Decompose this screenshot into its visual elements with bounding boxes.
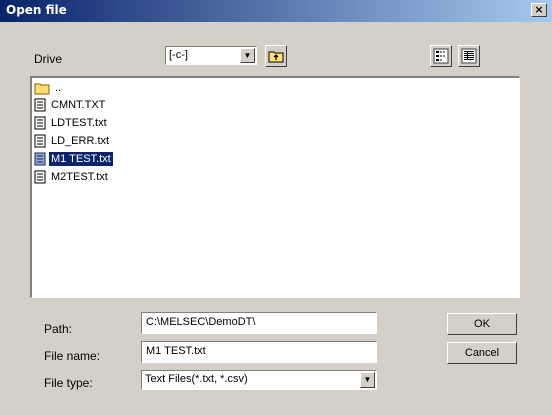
list-item-file[interactable]: LD_ERR.txt [34,133,111,149]
list-item-file-selected[interactable]: M1 TEST.txt [34,151,113,167]
folder-icon [34,83,50,95]
details-view-button[interactable] [458,45,480,67]
cancel-button[interactable]: Cancel [447,342,517,364]
text-file-icon [34,98,46,112]
drive-select[interactable]: [-c-] ▼ [165,46,257,65]
list-view-button[interactable] [430,45,452,67]
file-type-value: Text Files(*.txt, *.csv) [145,373,248,385]
text-file-icon [34,170,46,184]
list-view-icon [433,48,449,64]
list-item-parent-folder[interactable]: .. [34,80,63,96]
file-name-value: M1 TEST.txt [146,345,206,357]
file-type-select[interactable]: Text Files(*.txt, *.csv) ▼ [141,370,377,390]
drive-select-value: [-c-] [169,49,188,61]
file-name: .. [55,82,62,94]
close-icon: × [534,3,544,16]
file-name: LD_ERR.txt [51,135,110,147]
title-bar: Open file × [0,0,552,22]
file-type-label: File type: [44,376,93,390]
chevron-down-icon[interactable]: ▼ [360,372,375,388]
ok-button[interactable]: OK [447,313,517,335]
text-file-icon [34,116,46,130]
drive-label: Drive [34,52,63,66]
up-folder-icon [268,51,284,63]
file-name-label: File name: [44,349,101,363]
file-list[interactable]: .. CMNT.TXT LDTEST.txt LD_ERR.txt M1 TES… [30,76,520,298]
path-field[interactable]: C:\MELSEC\DemoDT\ [141,312,377,334]
text-file-icon [34,152,46,166]
list-item-file[interactable]: M2TEST.txt [34,169,110,185]
close-button[interactable]: × [531,3,547,17]
up-folder-button[interactable] [265,45,287,67]
path-label: Path: [44,322,73,336]
file-name: M2TEST.txt [51,171,108,183]
list-item-file[interactable]: LDTEST.txt [34,115,109,131]
file-name: M1 TEST.txt [49,152,113,166]
path-value: C:\MELSEC\DemoDT\ [146,316,256,328]
text-file-icon [34,134,46,148]
file-name: LDTEST.txt [51,117,107,129]
list-item-file[interactable]: CMNT.TXT [34,97,107,113]
window-title: Open file [6,3,67,17]
file-name-field[interactable]: M1 TEST.txt [141,341,377,363]
details-view-icon [461,48,477,64]
chevron-down-icon[interactable]: ▼ [240,48,255,63]
file-name: CMNT.TXT [51,99,106,111]
